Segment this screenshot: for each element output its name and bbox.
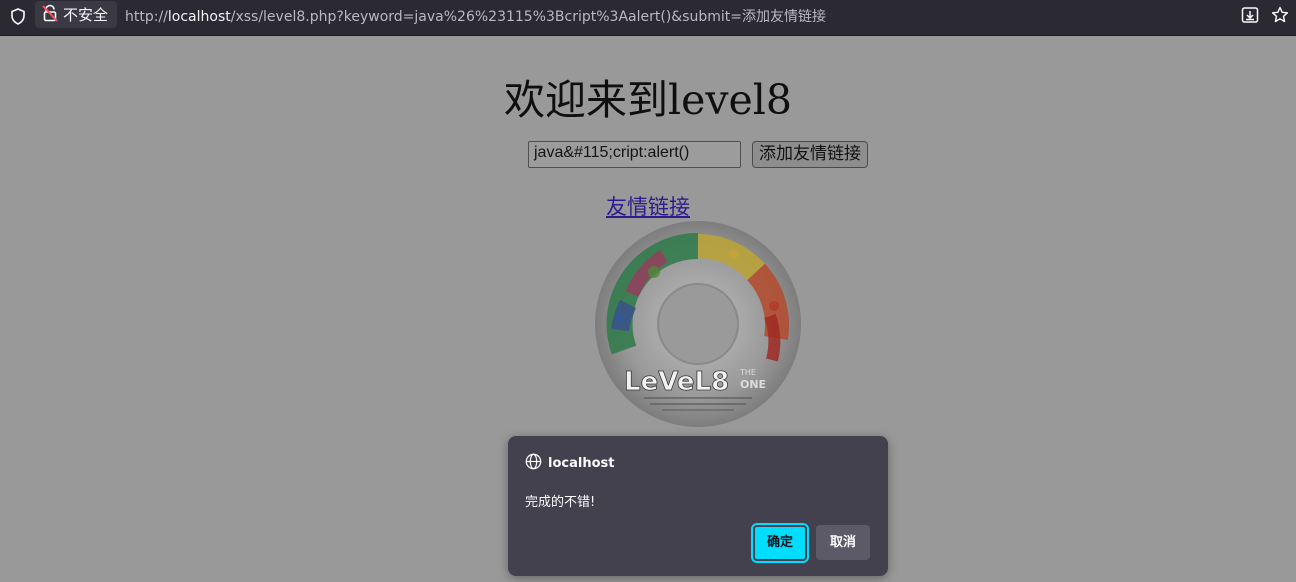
friend-link[interactable]: 友情链接 bbox=[0, 191, 1296, 221]
svg-text:ONE: ONE bbox=[740, 378, 766, 391]
globe-icon bbox=[525, 453, 542, 474]
dialog-header: localhost bbox=[525, 453, 615, 474]
dialog-message: 完成的不错! bbox=[525, 495, 596, 510]
url-prefix: http:// bbox=[125, 9, 168, 25]
add-friend-link-button[interactable]: 添加友情链接 bbox=[752, 141, 868, 168]
shield-icon[interactable] bbox=[8, 6, 28, 26]
site-security-indicator[interactable]: 不安全 bbox=[35, 1, 117, 28]
bookmark-star-icon[interactable] bbox=[1270, 5, 1290, 25]
insecure-lock-icon bbox=[42, 4, 58, 26]
cancel-button[interactable]: 取消 bbox=[816, 525, 870, 560]
ok-button[interactable]: 确定 bbox=[751, 523, 809, 563]
level8-disc-image: LeVeL8 THE ONE bbox=[594, 220, 802, 428]
page-title: 欢迎来到level8 bbox=[503, 76, 792, 124]
browser-toolbar: 不安全 http://localhost/xss/level8.php?keyw… bbox=[0, 0, 1296, 36]
url-host: localhost bbox=[167, 9, 231, 25]
url-bar[interactable]: http://localhost/xss/level8.php?keyword=… bbox=[125, 6, 826, 25]
alert-dialog: localhost 完成的不错! 确定 取消 bbox=[508, 436, 888, 576]
security-label: 不安全 bbox=[63, 6, 109, 24]
disc-graphic: LeVeL8 THE ONE bbox=[595, 221, 801, 427]
svg-text:THE: THE bbox=[739, 368, 756, 377]
dialog-host: localhost bbox=[548, 455, 615, 471]
disc-logo-text: LeVeL8 bbox=[624, 367, 729, 397]
keyword-input[interactable]: java&#115;cript:alert() bbox=[528, 141, 741, 168]
toolbar-right-icons bbox=[1240, 3, 1290, 27]
url-path: /xss/level8.php?keyword=java%26%23115%3B… bbox=[230, 9, 826, 25]
download-icon[interactable] bbox=[1240, 5, 1260, 25]
